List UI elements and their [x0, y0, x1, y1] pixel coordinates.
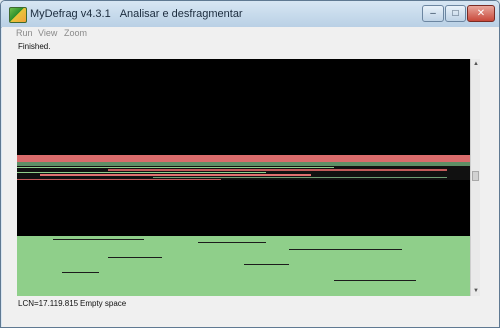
menu-zoom[interactable]: Zoom [64, 28, 87, 38]
fragment-stripe [39, 174, 312, 176]
status-bar: LCN=17.119.815 Empty space [2, 298, 499, 327]
fragment-stripe [17, 172, 267, 173]
mydefrag-window: MyDefrag v4.3.1 Analisar e desfragmentar … [0, 0, 500, 328]
unmovable-band [17, 155, 470, 162]
contiguous-band [17, 236, 470, 296]
free-gap [62, 272, 99, 273]
mydefrag-app-icon [9, 7, 27, 23]
free-gap [288, 249, 403, 250]
free-gap [198, 242, 267, 243]
free-gap [107, 257, 162, 258]
vertical-scrollbar[interactable]: ▲ ▼ [470, 59, 480, 296]
cluster-type-label: Empty space [80, 299, 127, 308]
scroll-thumb[interactable] [472, 171, 479, 181]
client-area: ▲ ▼ [2, 54, 499, 298]
menu-bar: Run View Zoom [2, 27, 499, 40]
minimize-icon: – [430, 7, 436, 19]
job-title: Analisar e desfragmentar [119, 8, 243, 20]
app-title: MyDefrag v4.3.1 [30, 8, 111, 20]
disk-cluster-map[interactable] [17, 59, 470, 296]
status-message: Finished. [18, 42, 51, 51]
menu-run[interactable]: Run [16, 28, 33, 38]
free-gap [334, 280, 416, 281]
scroll-up-icon[interactable]: ▲ [472, 60, 480, 68]
fragment-stripe [107, 169, 448, 171]
status-line: Finished. [2, 40, 499, 54]
minimize-button[interactable]: – [422, 5, 444, 22]
maximize-icon: □ [452, 7, 459, 19]
window-title: MyDefrag v4.3.1 Analisar e desfragmentar [30, 8, 243, 20]
free-gap [53, 239, 144, 240]
close-button[interactable]: ✕ [467, 5, 495, 22]
close-icon: ✕ [476, 7, 486, 19]
fragment-stripe [17, 179, 221, 180]
fragment-stripe [152, 177, 448, 178]
menu-view[interactable]: View [38, 28, 57, 38]
free-gap [243, 264, 289, 265]
lcn-readout: LCN=17.119.815 [18, 299, 79, 308]
title-bar[interactable]: MyDefrag v4.3.1 Analisar e desfragmentar … [1, 1, 499, 28]
scroll-down-icon[interactable]: ▼ [472, 287, 480, 295]
fragment-stripe [17, 167, 335, 168]
maximize-button[interactable]: □ [445, 5, 466, 22]
